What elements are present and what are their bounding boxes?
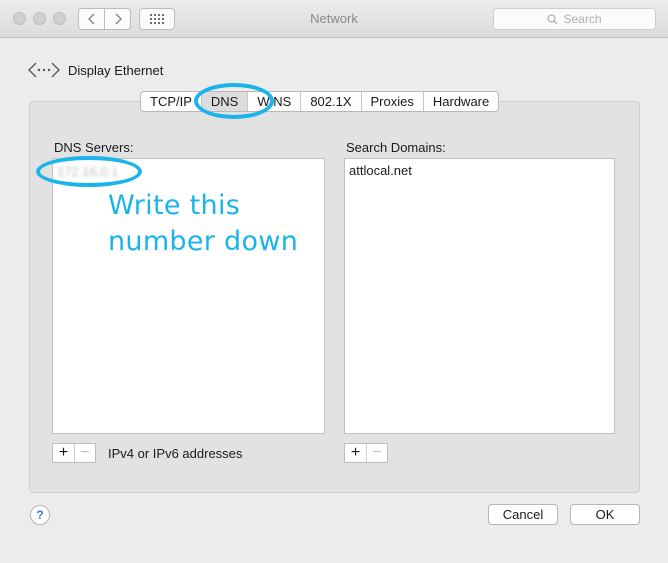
tab-proxies[interactable]: Proxies <box>362 92 424 111</box>
search-icon <box>547 13 558 24</box>
interface-header: Display Ethernet <box>28 61 163 79</box>
tab-8021x[interactable]: 802.1X <box>301 92 362 111</box>
dns-add-button[interactable]: + <box>53 444 74 462</box>
cancel-button[interactable]: Cancel <box>488 504 558 525</box>
annotation-circle-dns-server <box>36 156 142 187</box>
help-button[interactable]: ? <box>30 505 50 525</box>
dns-hint-label: IPv4 or IPv6 addresses <box>108 446 243 461</box>
dns-servers-label: DNS Servers: <box>54 140 134 155</box>
search-domains-label: Search Domains: <box>346 140 446 155</box>
search-domains-list[interactable]: attlocal.net <box>344 158 615 434</box>
tab-hardware[interactable]: Hardware <box>424 92 498 111</box>
search-domain-remove-button[interactable]: − <box>366 444 387 462</box>
annotation-text: Write this number down <box>108 188 298 260</box>
search-domain-add-remove-control: + − <box>344 443 388 463</box>
dns-remove-button[interactable]: − <box>74 444 95 462</box>
search-domain-entry[interactable]: attlocal.net <box>349 163 412 178</box>
search-field[interactable]: Search <box>493 8 656 30</box>
ethernet-arrows-icon <box>28 62 60 78</box>
annotation-line-2: number down <box>108 226 299 257</box>
title-bar: Network Search <box>0 0 668 38</box>
annotation-circle-dns-tab <box>194 83 274 119</box>
interface-title: Display Ethernet <box>68 62 164 78</box>
search-placeholder: Search <box>563 12 602 26</box>
search-domain-add-button[interactable]: + <box>345 444 366 462</box>
annotation-line-1: Write this <box>108 190 241 221</box>
tab-tcpip[interactable]: TCP/IP <box>141 92 202 111</box>
dns-add-remove-control: + − <box>52 443 96 463</box>
ok-button[interactable]: OK <box>570 504 640 525</box>
